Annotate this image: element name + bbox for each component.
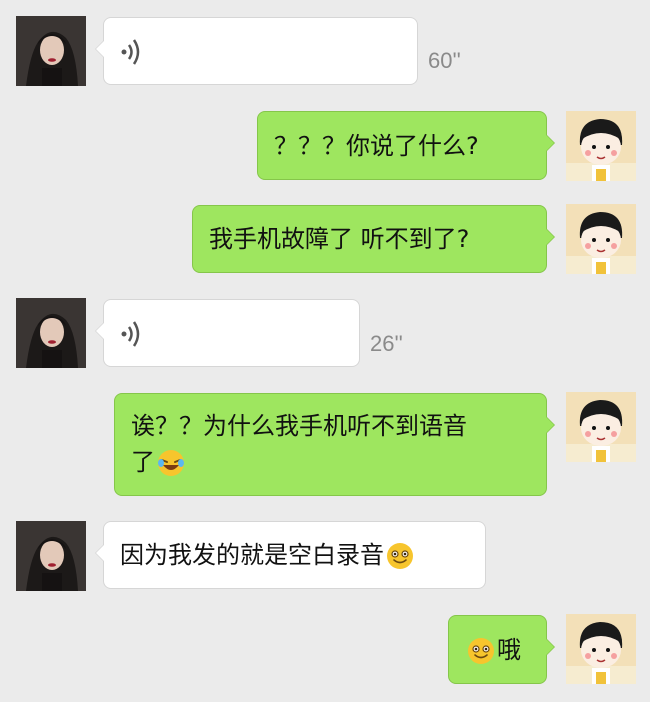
message-text: 哦 (497, 635, 521, 664)
self-avatar[interactable] (566, 614, 636, 684)
message-text-row: 因为我发的就是空白录音 (104, 537, 416, 573)
message-text: 我手机故障了 听不到了? (209, 225, 470, 253)
message-text-row: 哦 (449, 632, 521, 668)
smiling-face-emoji (386, 542, 414, 570)
contact-avatar[interactable] (16, 521, 86, 591)
sent-message-bubble[interactable]: ？？？你说了什么? (257, 111, 555, 180)
voice-message-bubble[interactable] (95, 299, 360, 367)
voice-message-bubble[interactable] (95, 17, 418, 85)
sent-message-bubble[interactable]: 哦 (448, 615, 555, 684)
sent-message-bubble[interactable]: 诶？？为什么我手机听不到语音 了 (114, 393, 555, 496)
message-text: 诶？？为什么我手机听不到语音 (131, 412, 467, 440)
message-text-line-2: 了 (131, 444, 467, 480)
voice-icon (120, 38, 146, 76)
message-text: 了 (131, 448, 155, 476)
contact-avatar[interactable] (16, 298, 86, 368)
voice-duration: 26'' (370, 331, 403, 356)
voice-duration: 60'' (428, 48, 461, 73)
contact-avatar[interactable] (16, 16, 86, 86)
smiling-face-emoji (467, 637, 495, 665)
self-avatar[interactable] (566, 111, 636, 181)
laughing-crying-emoji (157, 449, 185, 477)
received-message-bubble[interactable]: 因为我发的就是空白录音 (95, 521, 486, 589)
voice-icon (120, 320, 146, 358)
self-avatar[interactable] (566, 392, 636, 462)
sent-message-bubble[interactable]: 我手机故障了 听不到了? (192, 205, 555, 273)
message-text-block: 诶？？为什么我手机听不到语音 了 (115, 394, 467, 480)
message-text: ？？？你说了什么? (274, 131, 479, 160)
message-text: 因为我发的就是空白录音 (120, 541, 384, 569)
self-avatar[interactable] (566, 204, 636, 274)
